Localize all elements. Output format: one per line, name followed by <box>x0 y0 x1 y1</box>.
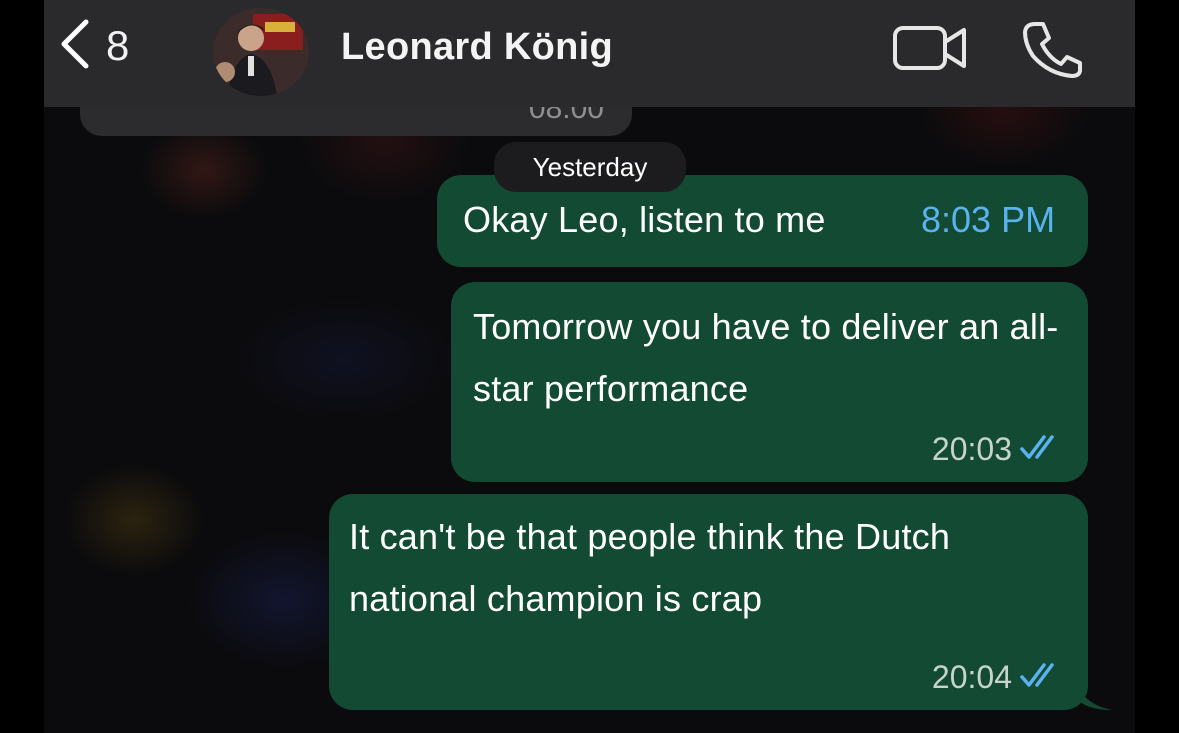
back-button[interactable]: 8 <box>58 18 162 74</box>
message-bubble[interactable]: Tomorrow you have to deliver an all-star… <box>451 282 1088 482</box>
chevron-left-icon <box>58 18 92 75</box>
contact-name[interactable]: Leonard König <box>341 26 613 69</box>
unread-count: 8 <box>106 22 130 69</box>
double-check-icon <box>1020 431 1062 468</box>
avatar[interactable] <box>213 8 309 96</box>
message-time: 20:04 <box>931 659 1012 695</box>
chat-header: 8 Leonard König <box>44 0 1135 107</box>
date-separator: Yesterday <box>494 142 686 192</box>
message-time: 8:03 PM <box>921 199 1056 240</box>
message-meta: 20:04 <box>932 659 1062 696</box>
video-call-icon[interactable] <box>892 22 968 79</box>
double-check-icon <box>1020 659 1062 696</box>
message-text: Tomorrow you have to deliver an all-star… <box>473 306 1059 409</box>
message-text: Okay Leo, listen to me <box>463 199 826 240</box>
message-bubble[interactable]: It can't be that people think the Dutch … <box>329 494 1112 710</box>
message-text: It can't be that people think the Dutch … <box>349 516 951 619</box>
phone-icon[interactable] <box>1021 20 1083 83</box>
bubble-tail <box>1076 680 1112 710</box>
message-meta: 20:03 <box>932 431 1062 468</box>
message-time: 20:03 <box>931 431 1012 467</box>
chat-screen: 08:00 8 Leonard König Yesterday Okay Leo… <box>44 0 1135 733</box>
